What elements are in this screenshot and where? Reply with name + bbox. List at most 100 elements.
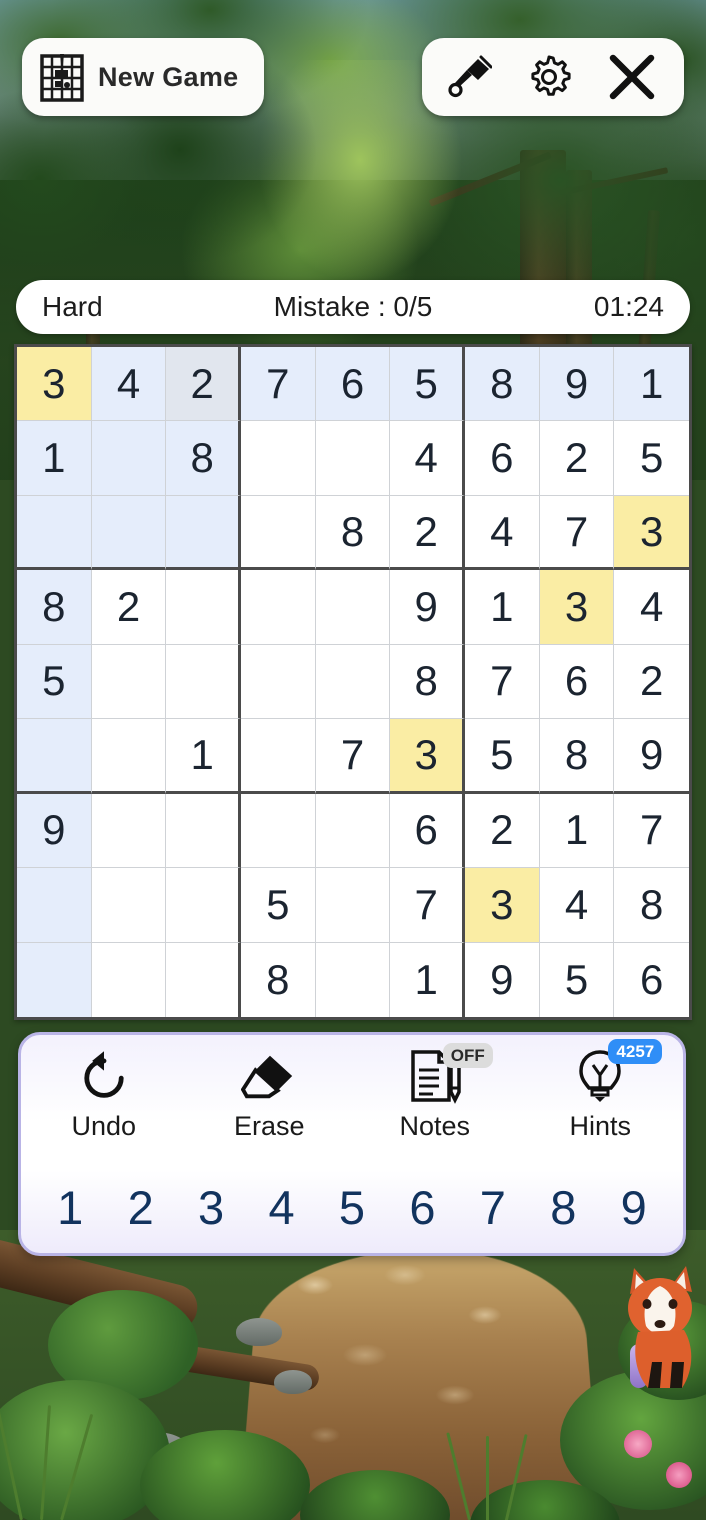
sudoku-cell-r6c1[interactable]	[17, 719, 92, 794]
sudoku-cell-r3c6[interactable]: 2	[390, 495, 465, 571]
sudoku-cell-r4c3[interactable]	[166, 570, 241, 645]
sudoku-cell-r7c5[interactable]	[315, 793, 391, 869]
sudoku-cell-r4c4[interactable]	[240, 570, 316, 645]
sudoku-cell-r7c8[interactable]: 1	[539, 793, 615, 869]
sudoku-cell-r5c5[interactable]	[315, 644, 391, 720]
sudoku-cell-r4c7[interactable]: 1	[464, 570, 540, 645]
number-key-4[interactable]: 4	[246, 1184, 316, 1231]
sudoku-cell-r9c2[interactable]	[91, 942, 167, 1017]
sudoku-cell-r4c2[interactable]: 2	[91, 570, 167, 645]
sudoku-cell-r2c8[interactable]: 2	[539, 421, 615, 496]
sudoku-cell-r6c5[interactable]: 7	[315, 719, 391, 794]
sudoku-cell-r8c6[interactable]: 7	[390, 868, 465, 943]
sudoku-cell-r3c8[interactable]: 7	[539, 495, 615, 571]
sudoku-cell-r6c7[interactable]: 5	[464, 719, 540, 794]
sudoku-cell-r4c5[interactable]	[315, 570, 391, 645]
sudoku-cell-r2c7[interactable]: 6	[464, 421, 540, 496]
sudoku-cell-r7c9[interactable]: 7	[614, 793, 689, 869]
sudoku-cell-r7c6[interactable]: 6	[390, 793, 465, 869]
sudoku-cell-r9c1[interactable]	[17, 942, 92, 1017]
erase-button[interactable]: Erase	[187, 1047, 353, 1167]
sudoku-cell-r3c5[interactable]: 8	[315, 495, 391, 571]
sudoku-cell-r6c8[interactable]: 8	[539, 719, 615, 794]
sudoku-cell-r4c9[interactable]: 4	[614, 570, 689, 645]
sudoku-cell-r8c7[interactable]: 3	[464, 868, 540, 943]
sudoku-cell-r1c2[interactable]: 4	[91, 347, 167, 422]
sudoku-cell-r1c8[interactable]: 9	[539, 347, 615, 422]
sudoku-cell-r4c8[interactable]: 3	[539, 570, 615, 645]
hints-button[interactable]: 4257 Hints	[518, 1039, 684, 1167]
sudoku-cell-r9c8[interactable]: 5	[539, 942, 615, 1017]
sudoku-cell-r2c1[interactable]: 1	[17, 421, 92, 496]
number-key-2[interactable]: 2	[105, 1184, 175, 1231]
sudoku-cell-r4c1[interactable]: 8	[17, 570, 92, 645]
sudoku-cell-r6c3[interactable]: 1	[166, 719, 241, 794]
number-key-1[interactable]: 1	[35, 1184, 105, 1231]
number-key-5[interactable]: 5	[317, 1184, 387, 1231]
undo-button[interactable]: Undo	[21, 1047, 187, 1167]
number-key-9[interactable]: 9	[599, 1184, 669, 1231]
sudoku-cell-r2c2[interactable]	[91, 421, 167, 496]
sudoku-cell-r7c7[interactable]: 2	[464, 793, 540, 869]
sudoku-cell-r4c6[interactable]: 9	[390, 570, 465, 645]
sudoku-cell-r7c3[interactable]	[166, 793, 241, 869]
sudoku-cell-r2c4[interactable]	[240, 421, 316, 496]
sudoku-cell-r9c4[interactable]: 8	[240, 942, 316, 1017]
sudoku-cell-r3c2[interactable]	[91, 495, 167, 571]
sudoku-cell-r5c1[interactable]: 5	[17, 644, 92, 720]
sudoku-cell-r1c5[interactable]: 6	[315, 347, 391, 422]
sudoku-cell-r2c6[interactable]: 4	[390, 421, 465, 496]
sudoku-cell-r5c3[interactable]	[166, 644, 241, 720]
sudoku-cell-r9c9[interactable]: 6	[614, 942, 689, 1017]
sudoku-cell-r8c2[interactable]	[91, 868, 167, 943]
close-icon[interactable]	[606, 51, 658, 103]
sudoku-cell-r3c1[interactable]	[17, 495, 92, 571]
notes-icon: OFF	[407, 1043, 493, 1105]
sudoku-cell-r8c8[interactable]: 4	[539, 868, 615, 943]
sudoku-cell-r5c9[interactable]: 2	[614, 644, 689, 720]
sudoku-cell-r3c3[interactable]	[166, 495, 241, 571]
sudoku-cell-r6c9[interactable]: 9	[614, 719, 689, 794]
sudoku-cell-r7c2[interactable]	[91, 793, 167, 869]
sudoku-cell-r8c1[interactable]	[17, 868, 92, 943]
sudoku-cell-r8c4[interactable]: 5	[240, 868, 316, 943]
sudoku-cell-r5c7[interactable]: 7	[464, 644, 540, 720]
sudoku-cell-r7c4[interactable]	[240, 793, 316, 869]
number-key-7[interactable]: 7	[458, 1184, 528, 1231]
sudoku-cell-r2c5[interactable]	[315, 421, 391, 496]
sudoku-cell-r8c5[interactable]	[315, 868, 391, 943]
sudoku-cell-r5c8[interactable]: 6	[539, 644, 615, 720]
number-key-6[interactable]: 6	[387, 1184, 457, 1231]
sudoku-cell-r5c4[interactable]	[240, 644, 316, 720]
gear-icon[interactable]	[526, 54, 572, 100]
sudoku-cell-r3c4[interactable]	[240, 495, 316, 571]
sudoku-board[interactable]: 3427658911846258247382913458762173589962…	[14, 344, 692, 1020]
sudoku-cell-r6c6[interactable]: 3	[390, 719, 465, 794]
sudoku-cell-r2c9[interactable]: 5	[614, 421, 689, 496]
sudoku-cell-r1c4[interactable]: 7	[240, 347, 316, 422]
sudoku-cell-r9c3[interactable]	[166, 942, 241, 1017]
sudoku-cell-r7c1[interactable]: 9	[17, 793, 92, 869]
sudoku-cell-r2c3[interactable]: 8	[166, 421, 241, 496]
sudoku-cell-r6c4[interactable]	[240, 719, 316, 794]
sudoku-cell-r9c5[interactable]	[315, 942, 391, 1017]
sudoku-cell-r8c3[interactable]	[166, 868, 241, 943]
sudoku-cell-r3c7[interactable]: 4	[464, 495, 540, 571]
theme-brush-icon[interactable]	[448, 55, 492, 99]
notes-button[interactable]: OFF Notes	[352, 1043, 518, 1167]
sudoku-cell-r3c9[interactable]: 3	[614, 495, 689, 571]
sudoku-cell-r5c6[interactable]: 8	[390, 644, 465, 720]
sudoku-cell-r9c6[interactable]: 1	[390, 942, 465, 1017]
number-key-8[interactable]: 8	[528, 1184, 598, 1231]
sudoku-cell-r1c1[interactable]: 3	[17, 347, 92, 422]
sudoku-cell-r1c7[interactable]: 8	[464, 347, 540, 422]
number-key-3[interactable]: 3	[176, 1184, 246, 1231]
new-game-button[interactable]: New Game	[22, 38, 265, 116]
sudoku-cell-r5c2[interactable]	[91, 644, 167, 720]
sudoku-cell-r1c6[interactable]: 5	[390, 347, 465, 422]
sudoku-cell-r8c9[interactable]: 8	[614, 868, 689, 943]
sudoku-cell-r6c2[interactable]	[91, 719, 167, 794]
sudoku-cell-r1c9[interactable]: 1	[614, 347, 689, 422]
sudoku-cell-r1c3[interactable]: 2	[166, 347, 241, 422]
sudoku-cell-r9c7[interactable]: 9	[464, 942, 540, 1017]
